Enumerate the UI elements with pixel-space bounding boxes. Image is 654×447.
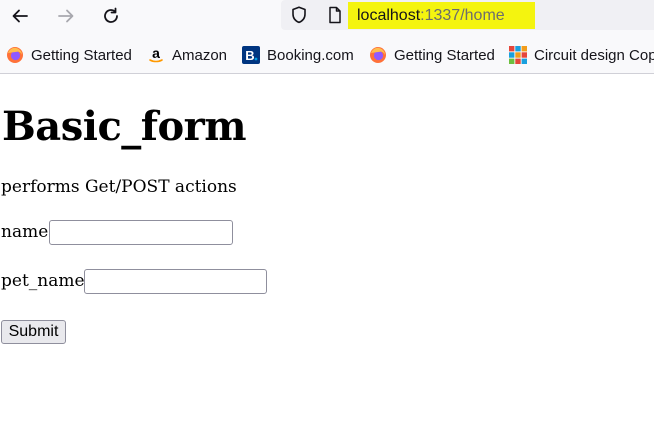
reload-button[interactable]: [97, 4, 125, 28]
pet-name-label: pet_name: [1, 271, 85, 291]
bookmark-booking[interactable]: B Booking.com: [242, 45, 354, 65]
bookmark-label: Getting Started: [31, 46, 132, 64]
bookmark-label: Getting Started: [394, 46, 495, 64]
page-icon[interactable]: [325, 5, 345, 25]
name-input[interactable]: [49, 220, 233, 245]
browser-toolbar: localhost:1337/home: [0, 0, 654, 36]
firefox-icon: [6, 46, 24, 64]
url-text[interactable]: localhost:1337/home: [348, 2, 535, 29]
amazon-icon: a: [147, 46, 165, 64]
bookmark-label: Amazon: [172, 46, 228, 64]
bookmark-getting-started[interactable]: Getting Started: [6, 45, 132, 65]
url-host: localhost: [357, 7, 421, 24]
submit-button[interactable]: Submit: [1, 320, 66, 344]
url-path: :1337/home: [420, 7, 505, 24]
bookmark-circuit-design[interactable]: Circuit design Cop: [509, 45, 654, 65]
page-title: Basic_form: [2, 103, 247, 150]
bookmark-amazon[interactable]: a Amazon: [147, 45, 227, 65]
reload-icon: [104, 7, 118, 23]
page-subtitle: performs Get/POST actions: [1, 177, 237, 197]
bookmark-label: Circuit design Cop: [534, 46, 654, 64]
back-button[interactable]: [6, 4, 34, 28]
name-label: name: [1, 222, 49, 242]
forward-arrow-icon: [58, 9, 74, 23]
tinkercad-icon: [509, 46, 527, 64]
booking-icon: B: [242, 46, 260, 64]
bookmark-getting-started-2[interactable]: Getting Started: [369, 45, 495, 65]
back-arrow-icon: [12, 9, 28, 23]
firefox-icon: [369, 46, 387, 64]
svg-text:B: B: [245, 48, 254, 63]
page-content: Basic_form performs Get/POST actions nam…: [0, 75, 654, 447]
bookmarks-bar: Getting Started a Amazon B Booking.com G…: [0, 36, 654, 74]
pet-name-input[interactable]: [84, 269, 267, 294]
svg-text:a: a: [152, 46, 160, 61]
forward-button[interactable]: [52, 4, 80, 28]
shield-icon[interactable]: [289, 5, 309, 25]
bookmark-label: Booking.com: [267, 46, 354, 64]
